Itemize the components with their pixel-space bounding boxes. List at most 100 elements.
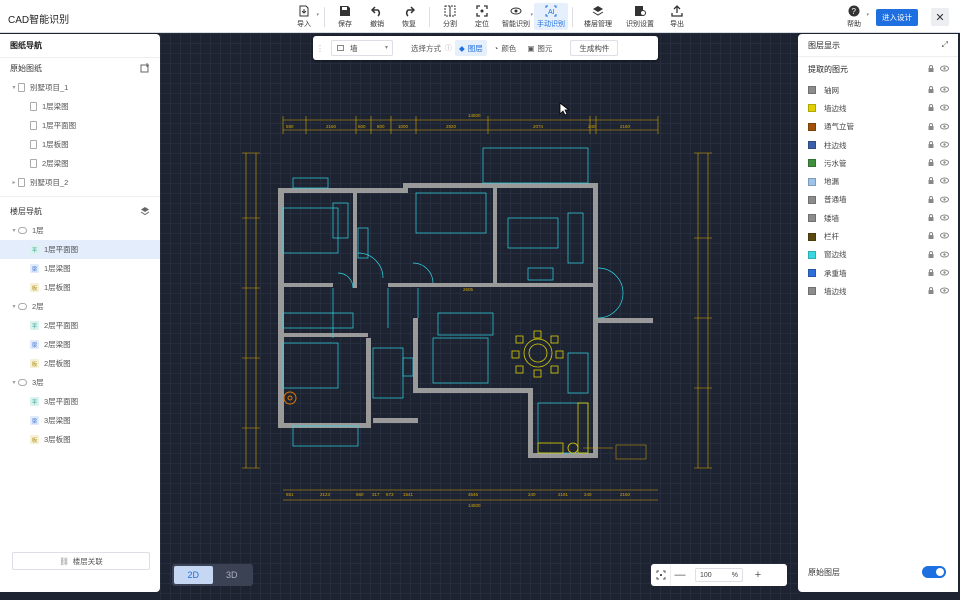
svg-text:?: ?: [852, 7, 857, 16]
eye-icon[interactable]: [940, 104, 949, 111]
floor-drawing-item[interactable]: 平 3层平面图: [0, 392, 160, 411]
undo-button[interactable]: 撤销: [361, 3, 393, 30]
settings-icon: [635, 6, 646, 16]
lock-icon[interactable]: [928, 214, 934, 222]
save-button[interactable]: 保存: [329, 3, 361, 30]
eye-icon[interactable]: [940, 214, 949, 221]
zoom-in-button[interactable]: +: [749, 569, 767, 581]
lock-icon[interactable]: [928, 250, 934, 258]
element-type-select[interactable]: 墙 ▾: [331, 40, 393, 56]
import-button[interactable]: 导入 ▾: [288, 3, 320, 30]
layer-row[interactable]: 墙边线: [798, 282, 958, 300]
floor-drawing-item[interactable]: 板 1层板图: [0, 278, 160, 297]
lock-icon[interactable]: [928, 159, 934, 167]
lock-icon[interactable]: [928, 232, 934, 240]
layer-row[interactable]: 地漏: [798, 172, 958, 190]
floor-node[interactable]: ▾ 3层: [0, 373, 160, 392]
eye-icon[interactable]: [940, 177, 949, 184]
eye-icon[interactable]: [940, 196, 949, 203]
floor-drawing-item[interactable]: 梁 1层梁图: [0, 259, 160, 278]
eye-icon[interactable]: [940, 159, 949, 166]
view-3d-button[interactable]: 3D: [213, 566, 252, 584]
floor-manage-button[interactable]: 楼层管理: [577, 3, 619, 30]
redo-button[interactable]: 恢复: [393, 3, 425, 30]
app-title: CAD智能识别: [8, 15, 70, 26]
view-2d-button[interactable]: 2D: [174, 566, 213, 584]
file-item[interactable]: 1层板图: [0, 135, 160, 154]
generate-component-button[interactable]: 生成构件: [570, 40, 619, 56]
manual-recognize-button[interactable]: AI 手动识别: [534, 3, 568, 30]
floor-drawing-item[interactable]: 板 2层板图: [0, 354, 160, 373]
original-layer-toggle[interactable]: [922, 566, 946, 578]
zoom-input[interactable]: 100 %: [695, 568, 743, 582]
close-button[interactable]: ✕: [931, 8, 949, 26]
lock-icon[interactable]: [928, 122, 934, 130]
recognize-settings-button[interactable]: 识别设置: [619, 3, 661, 30]
project-node[interactable]: ▸ 别墅项目_2: [0, 173, 160, 192]
drawing-name: 2层平面图: [44, 321, 79, 330]
layers-icon[interactable]: [140, 206, 150, 216]
file-item[interactable]: 1层平面图: [0, 116, 160, 135]
add-file-icon[interactable]: [140, 63, 150, 73]
layer-row[interactable]: 轴网: [798, 81, 958, 99]
file-item[interactable]: 2层梁图: [0, 154, 160, 173]
original-layer-row: 原始图层: [798, 562, 958, 582]
floor-drawing-item[interactable]: 平 2层平面图: [0, 316, 160, 335]
eye-icon[interactable]: [940, 65, 949, 72]
select-by-layer-option[interactable]: ◆ 图层: [455, 40, 487, 56]
layer-row[interactable]: 污水管: [798, 154, 958, 172]
lock-icon[interactable]: [928, 269, 934, 276]
eye-icon[interactable]: [940, 86, 949, 93]
floor-node[interactable]: ▾ 2层: [0, 297, 160, 316]
lock-icon[interactable]: [928, 195, 934, 203]
expand-icon[interactable]: ⤢: [942, 40, 948, 50]
floor-drawing-item[interactable]: 平 1层平面图: [0, 240, 160, 259]
eye-icon[interactable]: [940, 287, 949, 294]
beam-tag: 梁: [30, 416, 39, 425]
enter-design-button[interactable]: 进入设计: [876, 9, 918, 26]
zoom-out-button[interactable]: —: [671, 569, 689, 581]
layer-row[interactable]: 窗边线: [798, 246, 958, 264]
floor-link-button[interactable]: ⛓ 楼层关联: [12, 552, 150, 570]
eye-icon[interactable]: [940, 251, 949, 258]
slab-tag: 板: [30, 283, 39, 292]
floor-node[interactable]: ▾ 1层: [0, 221, 160, 240]
layer-row[interactable]: 柱边线: [798, 136, 958, 154]
floor-drawing-item[interactable]: 梁 3层梁图: [0, 411, 160, 430]
lock-icon[interactable]: [928, 86, 934, 93]
layer-row[interactable]: 栏杆: [798, 227, 958, 245]
lock-icon[interactable]: [928, 65, 934, 72]
layer-row[interactable]: 承重墙: [798, 264, 958, 282]
export-button[interactable]: 导出: [661, 3, 693, 30]
eye-icon[interactable]: [940, 141, 949, 148]
floor-drawing-item[interactable]: 板 3层板图: [0, 430, 160, 449]
select-by-element-option[interactable]: ▣ 图元: [523, 40, 556, 56]
floor-drawing-item[interactable]: 梁 2层梁图: [0, 335, 160, 354]
select-by-color-option[interactable]: ◔ 颜色: [490, 40, 521, 56]
mouse-cursor-icon: [559, 102, 569, 116]
toolbar-divider: [572, 7, 573, 27]
smart-recognize-button[interactable]: 智能识别 ▾: [498, 3, 534, 30]
bottom-dim: 240: [584, 492, 592, 497]
lock-icon[interactable]: [928, 287, 934, 295]
help-button[interactable]: ? 帮助 ▾: [838, 3, 870, 30]
drag-handle-icon[interactable]: ⋮: [313, 44, 327, 53]
project-node[interactable]: ▾ 别墅项目_1: [0, 78, 160, 97]
floor-icon: [18, 379, 27, 386]
lock-icon[interactable]: [928, 177, 934, 185]
layer-row[interactable]: 普通墙: [798, 191, 958, 209]
split-button[interactable]: 分割: [434, 3, 466, 30]
bottom-dim: 2123: [320, 492, 331, 497]
file-item[interactable]: 1层梁图: [0, 97, 160, 116]
layer-row[interactable]: 矮墙: [798, 209, 958, 227]
fit-screen-button[interactable]: [651, 564, 671, 586]
layer-row[interactable]: 墙边线: [798, 99, 958, 117]
bottom-dim: 2191: [558, 492, 569, 497]
lock-icon[interactable]: [928, 140, 934, 148]
eye-icon[interactable]: [940, 123, 949, 130]
layer-row[interactable]: 通气立管: [798, 118, 958, 136]
eye-icon[interactable]: [940, 269, 949, 276]
eye-icon[interactable]: [940, 232, 949, 239]
locate-button[interactable]: 定位: [466, 3, 498, 30]
lock-icon[interactable]: [928, 104, 934, 112]
